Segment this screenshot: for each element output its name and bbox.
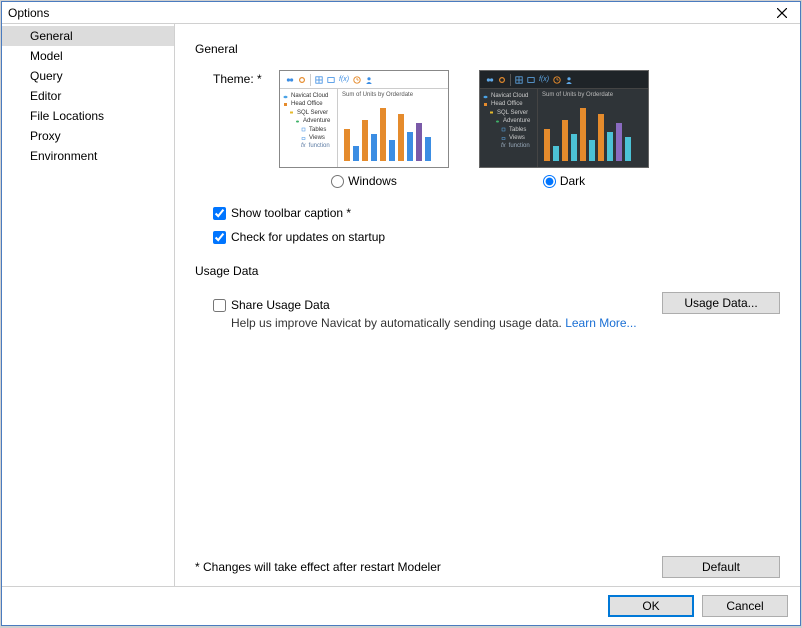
section-usage-title: Usage Data bbox=[195, 264, 780, 278]
ok-button[interactable]: OK bbox=[608, 595, 694, 617]
fx-icon: f(x) bbox=[539, 76, 549, 83]
theme-option-dark[interactable]: f(x) Navicat Cloud Head Office SQL Serve… bbox=[479, 70, 649, 188]
tables-icon bbox=[301, 127, 306, 132]
sidebar-item-general[interactable]: General bbox=[2, 26, 174, 46]
fx-small-icon: fx bbox=[501, 142, 506, 150]
restart-note: * Changes will take effect after restart… bbox=[195, 560, 441, 574]
user-icon bbox=[565, 76, 573, 84]
cloud-icon bbox=[483, 94, 488, 99]
sidebar-item-file-locations[interactable]: File Locations bbox=[2, 106, 174, 126]
check-updates-checkbox[interactable] bbox=[213, 231, 226, 244]
dialog-footer: OK Cancel bbox=[2, 586, 800, 625]
user-icon bbox=[365, 76, 373, 84]
theme-preview-light: f(x) Navicat Cloud Head Office SQL Serve… bbox=[279, 70, 449, 168]
theme-radio-windows[interactable] bbox=[331, 175, 344, 188]
views-icon bbox=[501, 136, 506, 141]
close-icon bbox=[777, 8, 787, 18]
main-panel: General Theme: * f(x) bbox=[175, 24, 800, 586]
building-icon bbox=[483, 102, 488, 107]
database-icon bbox=[295, 119, 300, 124]
share-usage-row[interactable]: Share Usage Data bbox=[213, 298, 662, 312]
preview-chart-dark bbox=[538, 100, 648, 167]
table-icon bbox=[515, 76, 523, 84]
titlebar: Options bbox=[2, 2, 800, 24]
theme-option-windows[interactable]: f(x) Navicat Cloud Head Office SQL Serve… bbox=[279, 70, 449, 188]
share-usage-checkbox[interactable] bbox=[213, 299, 226, 312]
theme-row: Theme: * f(x) bbox=[213, 70, 780, 188]
show-toolbar-caption-row[interactable]: Show toolbar caption * bbox=[213, 206, 780, 220]
tables-icon bbox=[501, 127, 506, 132]
fx-icon: f(x) bbox=[339, 76, 349, 83]
theme-radio-dark-label: Dark bbox=[560, 174, 585, 188]
sidebar-item-proxy[interactable]: Proxy bbox=[2, 126, 174, 146]
gear-icon bbox=[498, 76, 506, 84]
usage-help-text: Help us improve Navicat by automatically… bbox=[231, 316, 662, 330]
show-toolbar-caption-label: Show toolbar caption * bbox=[231, 206, 351, 220]
theme-preview-dark: f(x) Navicat Cloud Head Office SQL Serve… bbox=[479, 70, 649, 168]
sidebar: General Model Query Editor File Location… bbox=[2, 24, 175, 586]
show-toolbar-caption-checkbox[interactable] bbox=[213, 207, 226, 220]
window-title: Options bbox=[8, 6, 768, 20]
connect-icon bbox=[486, 76, 494, 84]
grid-icon bbox=[527, 76, 535, 84]
theme-radio-dark[interactable] bbox=[543, 175, 556, 188]
share-usage-label: Share Usage Data bbox=[231, 298, 330, 312]
fx-small-icon: fx bbox=[301, 142, 306, 150]
cloud-icon bbox=[283, 94, 288, 99]
sidebar-item-editor[interactable]: Editor bbox=[2, 86, 174, 106]
table-icon bbox=[315, 76, 323, 84]
connect-icon bbox=[286, 76, 294, 84]
theme-label: Theme: * bbox=[213, 70, 279, 86]
server-icon bbox=[289, 110, 294, 115]
sidebar-item-query[interactable]: Query bbox=[2, 66, 174, 86]
section-general-title: General bbox=[195, 42, 780, 56]
grid-icon bbox=[327, 76, 335, 84]
sidebar-item-environment[interactable]: Environment bbox=[2, 146, 174, 166]
check-updates-label: Check for updates on startup bbox=[231, 230, 385, 244]
building-icon bbox=[283, 102, 288, 107]
views-icon bbox=[301, 136, 306, 141]
database-icon bbox=[495, 119, 500, 124]
server-icon bbox=[489, 110, 494, 115]
clock-icon bbox=[353, 76, 361, 84]
usage-data-button[interactable]: Usage Data... bbox=[662, 292, 780, 314]
options-dialog: Options General Model Query Editor File … bbox=[1, 1, 801, 626]
learn-more-link[interactable]: Learn More... bbox=[565, 316, 636, 330]
cancel-button[interactable]: Cancel bbox=[702, 595, 788, 617]
theme-radio-windows-label: Windows bbox=[348, 174, 397, 188]
check-updates-row[interactable]: Check for updates on startup bbox=[213, 230, 780, 244]
close-button[interactable] bbox=[768, 4, 796, 22]
preview-chart-light bbox=[338, 100, 448, 167]
clock-icon bbox=[553, 76, 561, 84]
default-button[interactable]: Default bbox=[662, 556, 780, 578]
gear-icon bbox=[298, 76, 306, 84]
sidebar-item-model[interactable]: Model bbox=[2, 46, 174, 66]
